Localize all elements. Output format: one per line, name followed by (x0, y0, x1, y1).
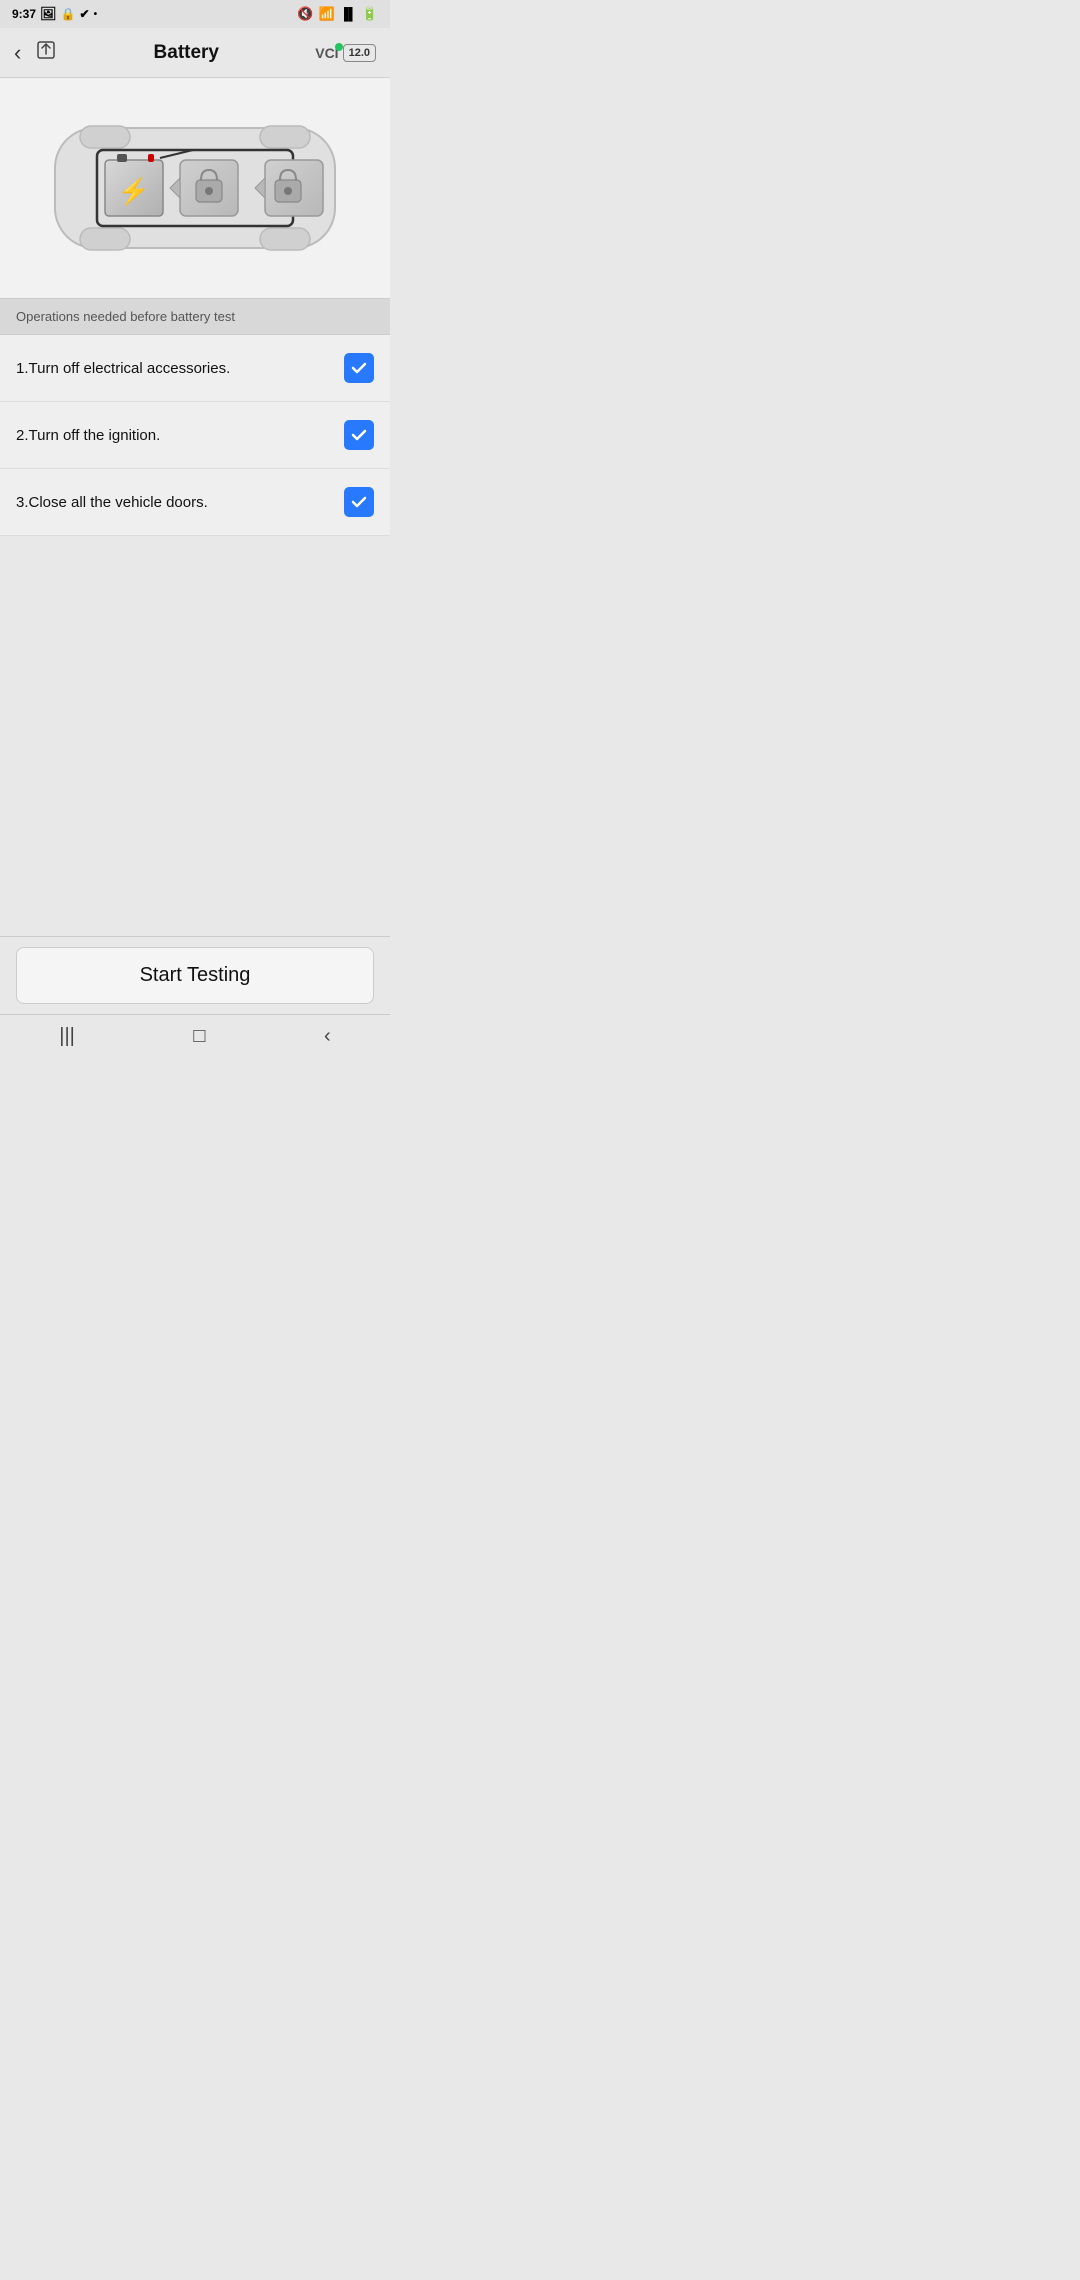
signal-icon: ▐▌ (340, 7, 357, 21)
main-content: ⚡ (0, 78, 390, 1058)
wifi-icon: 📶 (319, 6, 335, 22)
checklist-label-3: 3.Close all the vehicle doors. (16, 494, 208, 511)
section-header-text: Operations needed before battery test (16, 309, 235, 324)
time-display: 9:37 (12, 7, 36, 21)
car-diagram-area: ⚡ (0, 78, 390, 298)
checklist: 1.Turn off electrical accessories. 2.Tur… (0, 335, 390, 536)
title-bar-left: ‹ (14, 39, 57, 66)
start-button-wrapper: Start Testing (0, 936, 390, 1014)
vci-label: VCI (315, 45, 338, 61)
section-header: Operations needed before battery test (0, 298, 390, 335)
svg-text:⚡: ⚡ (118, 176, 150, 207)
car-diagram: ⚡ (25, 98, 365, 278)
bottom-nav: ||| □ ‹ (0, 1014, 390, 1058)
home-nav-button[interactable]: □ (193, 1025, 205, 1048)
empty-content-area (0, 536, 390, 936)
dot-icon: • (94, 9, 98, 20)
vci-area: VCI 12.0 (315, 44, 376, 62)
checklist-label-2: 2.Turn off the ignition. (16, 427, 160, 444)
checklist-item-1[interactable]: 1.Turn off electrical accessories. (0, 335, 390, 402)
checklist-label-1: 1.Turn off electrical accessories. (16, 360, 230, 377)
photo-icon: 🖼 (40, 6, 57, 22)
voltage-display: 12.0 (343, 44, 376, 62)
battery-icon: 🔋 (362, 6, 378, 22)
mute-icon: 🔇 (297, 6, 313, 22)
checkbox-2[interactable] (344, 420, 374, 450)
title-bar: ‹ Battery VCI 12.0 (0, 28, 390, 78)
status-icons: 🔇 📶 ▐▌ 🔋 (297, 6, 378, 22)
back-button[interactable]: ‹ (14, 40, 21, 66)
page-title: Battery (57, 42, 315, 64)
checklist-item-2[interactable]: 2.Turn off the ignition. (0, 402, 390, 469)
status-bar: 9:37 🖼 🔒 ✔ • 🔇 📶 ▐▌ 🔋 (0, 0, 390, 28)
back-nav-button[interactable]: ‹ (324, 1025, 331, 1048)
share-button[interactable] (35, 39, 57, 66)
start-testing-button[interactable]: Start Testing (16, 947, 374, 1004)
checkbox-1[interactable] (344, 353, 374, 383)
menu-nav-button[interactable]: ||| (59, 1025, 75, 1048)
checkbox-3[interactable] (344, 487, 374, 517)
status-time: 9:37 🖼 🔒 ✔ • (12, 6, 97, 22)
checklist-item-3[interactable]: 3.Close all the vehicle doors. (0, 469, 390, 536)
vci-connected-dot (335, 43, 343, 51)
lock-icon: 🔒 (61, 7, 76, 21)
check-icon: ✔ (80, 7, 90, 21)
